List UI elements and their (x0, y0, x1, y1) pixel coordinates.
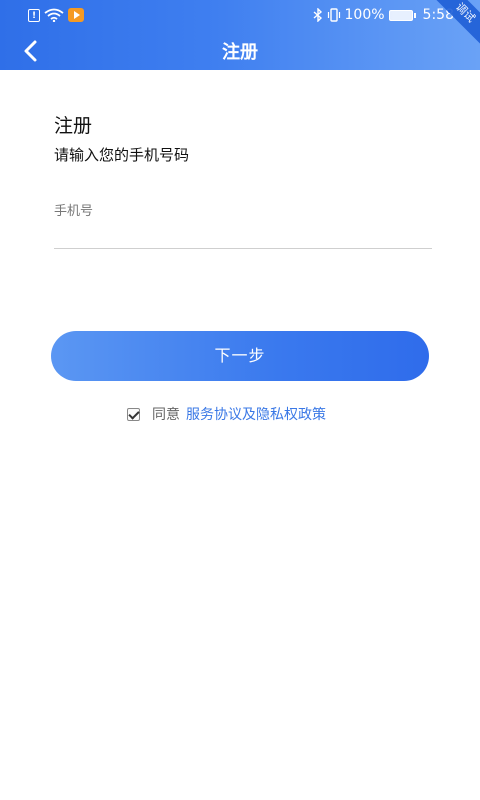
play-app-icon (68, 8, 84, 22)
phone-input[interactable] (54, 222, 432, 249)
app-header: ! 100% 5:58 调试 注册 (0, 0, 480, 70)
status-bar: ! 100% 5:58 调试 (0, 0, 480, 46)
phone-label: 手机号 (54, 204, 94, 219)
vibrate-icon (327, 8, 340, 22)
battery-icon (388, 9, 416, 21)
agree-label: 同意 (152, 407, 180, 423)
page-title: 注册 (222, 42, 258, 63)
agree-checkbox[interactable] (127, 407, 140, 421)
notification-icon: ! (28, 8, 40, 22)
next-step-button[interactable]: 下一步 (51, 331, 429, 381)
nav-bar: 注册 (0, 32, 480, 70)
policy-link[interactable]: 服务协议及隐私权政策 (186, 404, 326, 424)
form-subheading: 请输入您的手机号码 (54, 146, 190, 164)
status-right-icons: 100% 5:58 (313, 7, 454, 23)
wifi-icon (44, 8, 64, 22)
bluetooth-icon (313, 8, 322, 22)
agreement-row: 同意 服务协议及隐私权政策 (127, 404, 326, 424)
status-left-icons: ! (28, 8, 84, 22)
register-page: ! 100% 5:58 调试 注册 注册 请输入您的手机号码 手机号 下一步 同… (0, 0, 480, 800)
battery-percent: 100% (344, 7, 385, 23)
form-heading: 注册 (54, 115, 93, 137)
